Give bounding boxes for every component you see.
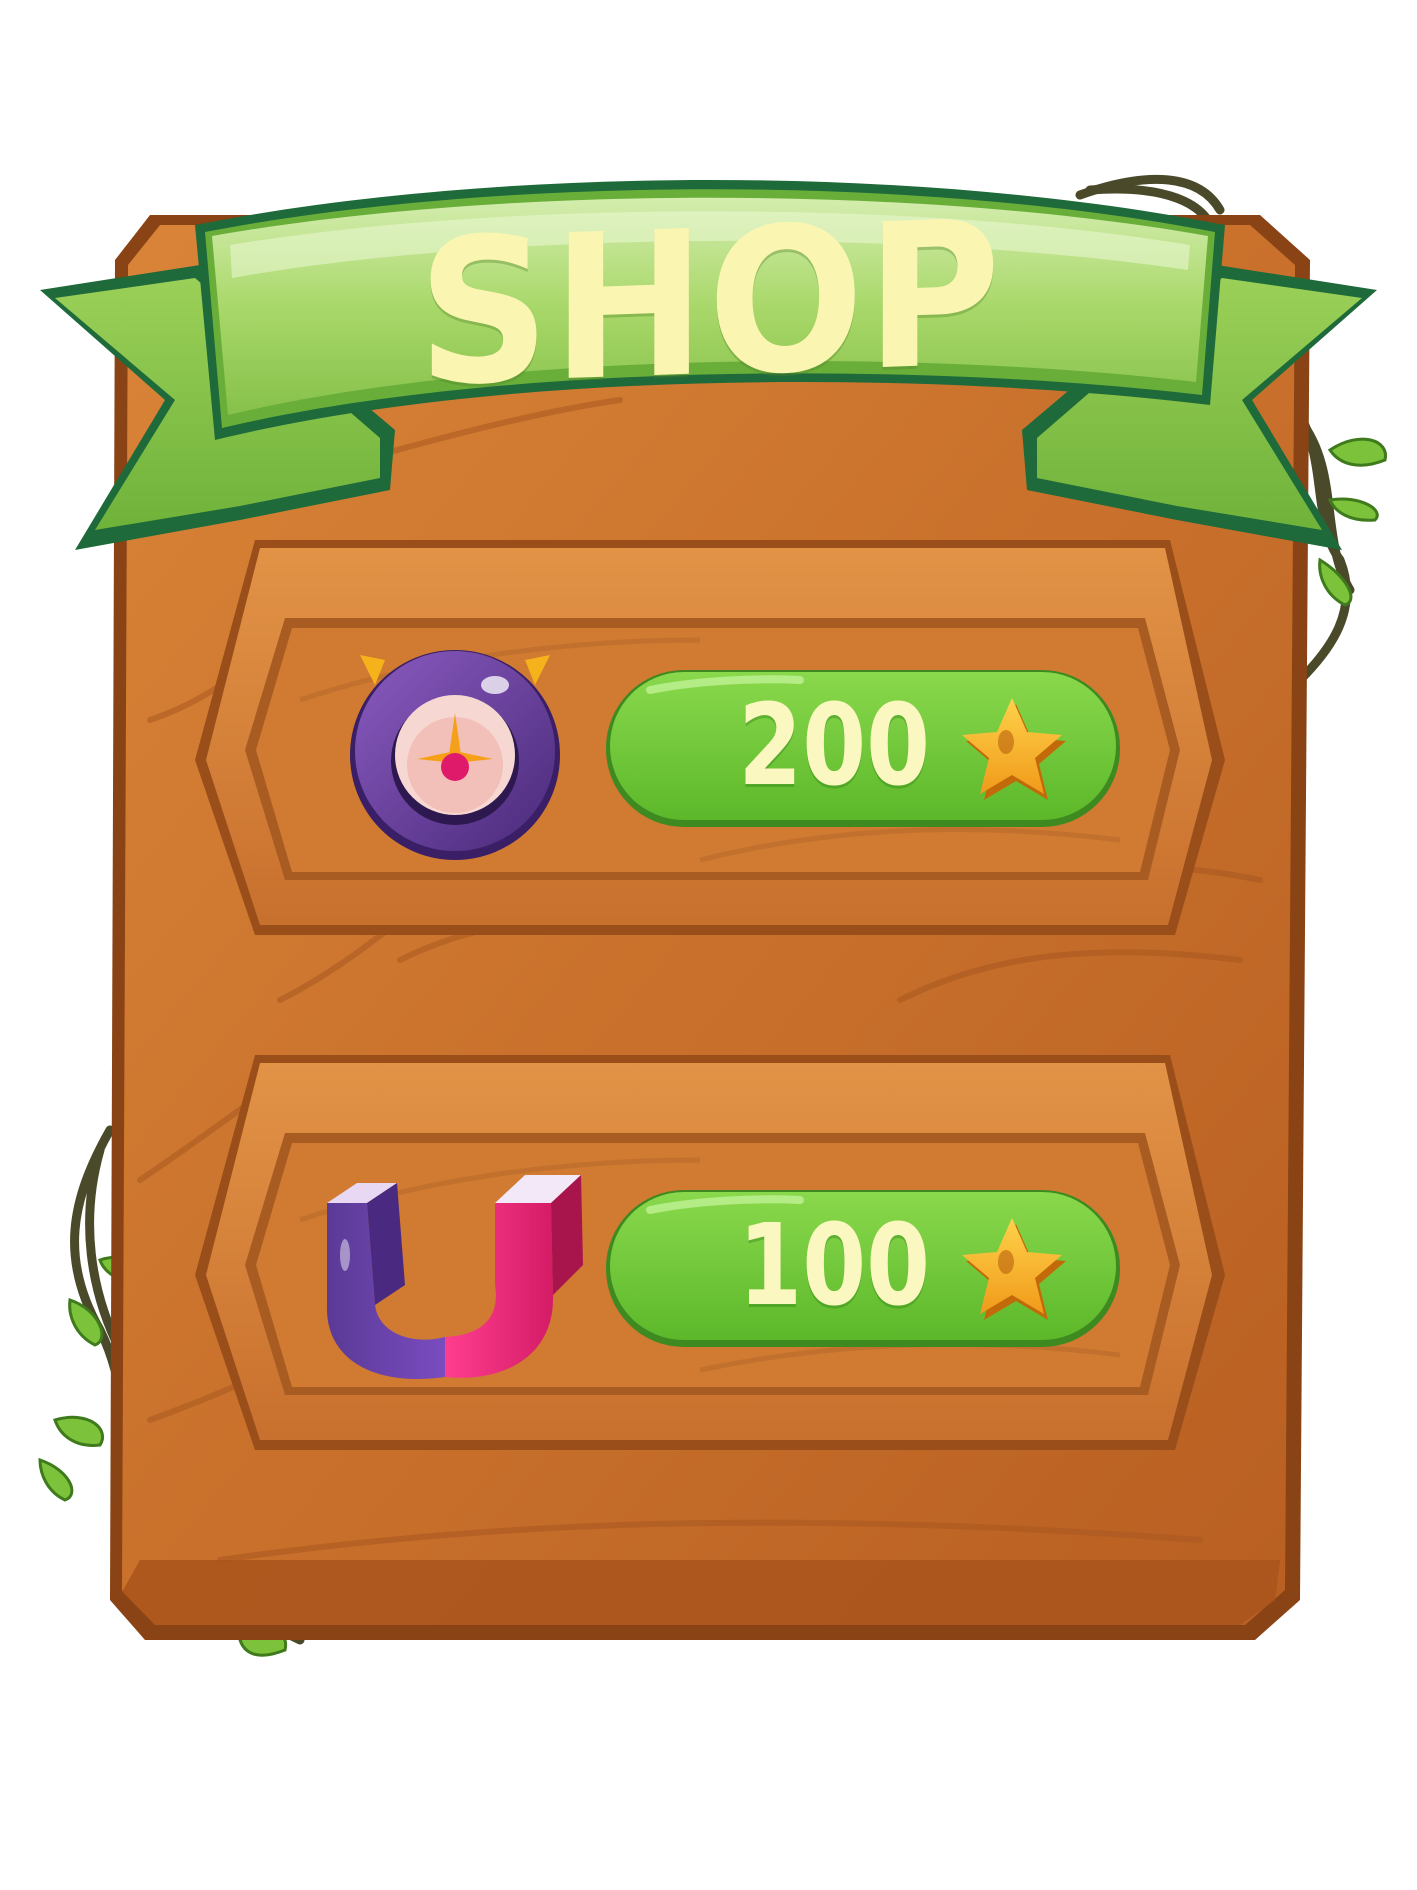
magnet-price: 100	[738, 1201, 930, 1331]
shop-panel: SHOP 200 100	[0, 0, 1417, 1890]
clock-icon	[350, 650, 560, 860]
clock-price: 200	[738, 681, 930, 811]
shop-title: SHOP	[417, 177, 1003, 432]
